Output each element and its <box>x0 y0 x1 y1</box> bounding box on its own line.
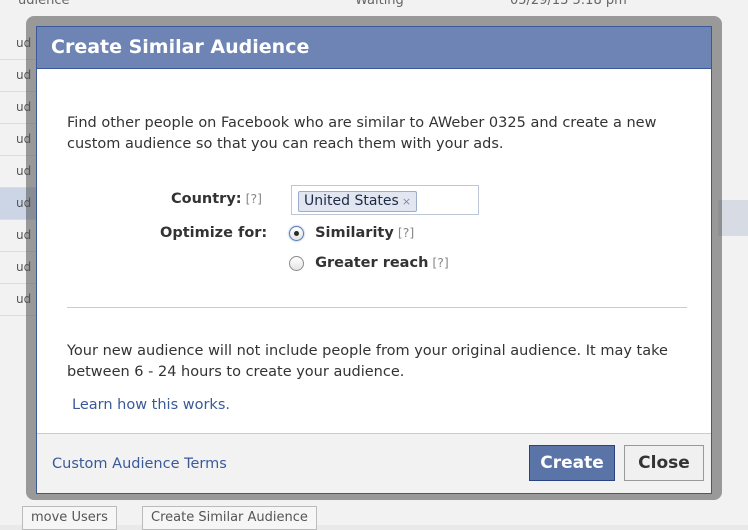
divider <box>67 307 687 308</box>
country-row: Country: [?] <box>171 191 262 207</box>
background-cell: Waiting <box>355 0 404 8</box>
intro-text: Find other people on Facebook who are si… <box>67 115 657 152</box>
similarity-help-link[interactable]: [?] <box>398 225 414 240</box>
create-button[interactable]: Create <box>529 445 615 481</box>
option-similarity[interactable]: Similarity [?] <box>289 225 414 241</box>
option-greater-reach[interactable]: Greater reach [?] <box>289 255 449 271</box>
greater-reach-help-link[interactable]: [?] <box>432 255 448 270</box>
dialog-footer: Custom Audience Terms Create Close <box>37 433 711 493</box>
background-top-row: udience Waiting 05/29/13 5:18 pm <box>0 0 748 14</box>
similarity-label: Similarity <box>315 225 394 241</box>
similarity-radio[interactable] <box>289 225 304 241</box>
custom-audience-terms-link[interactable]: Custom Audience Terms <box>52 456 227 472</box>
background-cell: udience <box>18 0 70 8</box>
create-similar-audience-button[interactable]: Create Similar Audience <box>142 506 317 530</box>
country-help-link[interactable]: [?] <box>246 191 262 206</box>
learn-how-link[interactable]: Learn how this works. <box>72 397 230 413</box>
background-cell: 05/29/13 5:18 pm <box>510 0 627 8</box>
dialog-title: Create Similar Audience <box>51 36 310 58</box>
close-button[interactable]: Close <box>624 445 704 481</box>
country-token: United States × <box>298 191 418 212</box>
greater-reach-radio[interactable] <box>289 255 304 271</box>
country-input[interactable]: United States × <box>291 185 479 215</box>
remove-token-icon[interactable]: × <box>402 195 411 208</box>
background-toolbar: move Users Create Similar Audience <box>0 500 748 530</box>
dialog-overlay-frame: Create Similar Audience Find other peopl… <box>26 16 722 500</box>
info-note: Your new audience will not include peopl… <box>67 343 668 380</box>
remove-users-button[interactable]: move Users <box>22 506 117 530</box>
dialog-titlebar: Create Similar Audience <box>37 27 711 69</box>
background-selected-row <box>718 200 748 236</box>
country-label: Country: <box>171 191 242 207</box>
country-token-label: United States <box>304 193 399 209</box>
greater-reach-label: Greater reach <box>315 255 429 271</box>
create-similar-audience-dialog: Create Similar Audience Find other peopl… <box>36 26 712 494</box>
optimize-label: Optimize for: <box>160 225 268 241</box>
